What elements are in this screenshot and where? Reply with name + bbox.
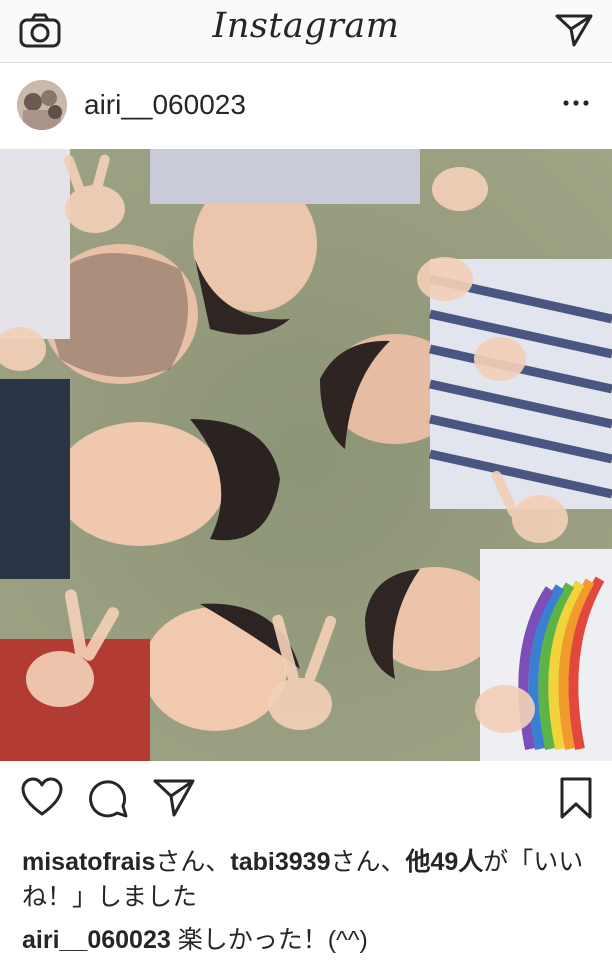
heart-icon[interactable]: [20, 776, 64, 820]
likes-suffix-2: さん、: [330, 848, 406, 876]
avatar[interactable]: [17, 80, 67, 130]
likes-others-count[interactable]: 他49人: [405, 848, 483, 876]
caption-username[interactable]: airi__060023: [22, 926, 171, 954]
paper-plane-icon[interactable]: [554, 12, 594, 48]
paper-plane-icon[interactable]: [152, 776, 196, 820]
post-username[interactable]: airi__060023: [84, 89, 246, 121]
ellipsis-icon[interactable]: [562, 93, 590, 113]
likes-summary: misatofraisさん、tabi3939さん、他49人が「いいね！」しました: [22, 845, 602, 915]
liker-username-1[interactable]: misatofrais: [22, 848, 155, 876]
post-photo[interactable]: [0, 149, 612, 761]
instagram-logo: Instagram: [212, 6, 400, 46]
post-caption: airi__060023 楽しかった！(^^): [22, 923, 602, 958]
caption-text: 楽しかった！(^^): [170, 926, 368, 954]
post-header: airi__060023: [0, 63, 612, 147]
post-actions-bar: [0, 776, 612, 830]
liker-username-2[interactable]: tabi3939: [230, 848, 330, 876]
top-nav-bar: Instagram: [0, 0, 612, 63]
likes-suffix-1: さん、: [155, 848, 231, 876]
comment-bubble-icon[interactable]: [86, 776, 130, 820]
bookmark-icon[interactable]: [554, 776, 598, 820]
